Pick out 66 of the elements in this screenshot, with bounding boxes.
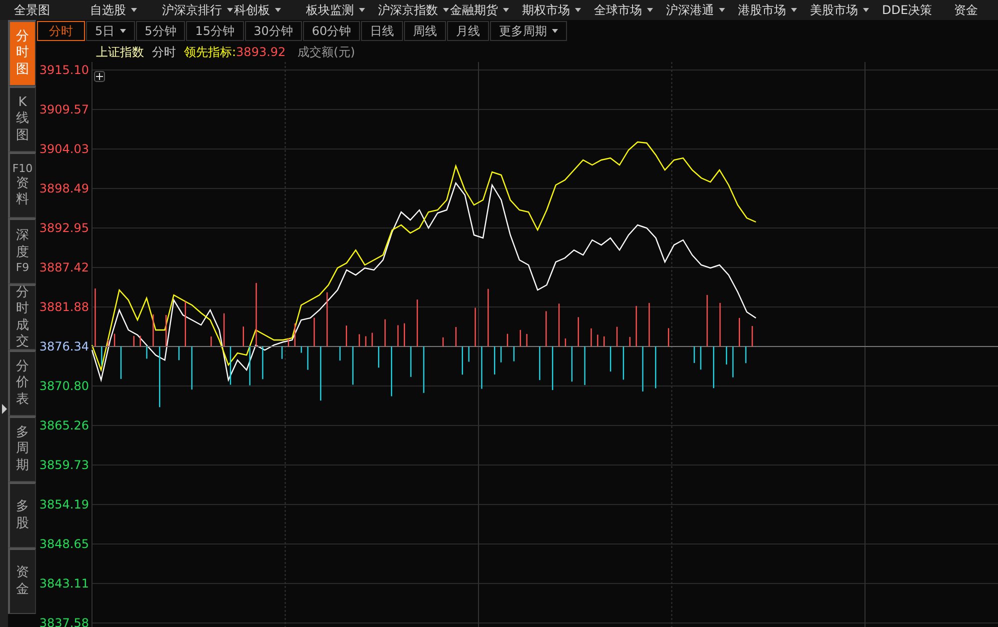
volume-label: 成交额(元) xyxy=(298,44,356,61)
axis-label: 3848.65 xyxy=(39,537,89,552)
menu-item[interactable]: 板块监测 xyxy=(306,0,378,20)
caret-icon xyxy=(227,8,233,12)
side-tab[interactable]: K 线 图 xyxy=(8,86,36,152)
period-tab[interactable]: 周线 xyxy=(404,21,446,41)
axis-label: 3898.49 xyxy=(39,182,89,196)
period-tab[interactable]: 15分钟 xyxy=(186,21,244,41)
menu-item[interactable]: 沪深港通 xyxy=(666,0,738,20)
axis-label: 3915.10 xyxy=(39,63,89,77)
period-tab[interactable]: 5分钟 xyxy=(136,21,186,41)
axis-label: 3854.19 xyxy=(39,498,89,512)
axis-label: 3870.80 xyxy=(39,379,89,394)
axis-label: 3892.95 xyxy=(39,221,89,235)
menu-item[interactable]: 全景图 xyxy=(14,0,90,20)
menu-item[interactable]: 资金 xyxy=(954,0,998,20)
caret-icon xyxy=(863,8,869,12)
period-tab[interactable]: 30分钟 xyxy=(244,21,302,41)
caret-icon xyxy=(359,8,365,12)
caret-icon xyxy=(647,8,653,12)
caret-icon xyxy=(131,8,137,12)
menu-item[interactable]: 金融期货 xyxy=(450,0,522,20)
menu-item[interactable]: 港股市场 xyxy=(738,0,810,20)
period-tab[interactable]: 5日 xyxy=(86,21,135,41)
caret-icon xyxy=(719,8,725,12)
caret-icon xyxy=(791,8,797,12)
caret-icon xyxy=(503,8,509,12)
menu-item[interactable]: 自选股 xyxy=(90,0,162,20)
menu-item[interactable]: 全球市场 xyxy=(594,0,666,20)
side-tab[interactable]: 多 股 xyxy=(8,482,36,548)
axis-label: 3909.57 xyxy=(39,102,89,116)
side-tab[interactable]: 深 度 F9 xyxy=(8,218,36,284)
period-tab[interactable]: 更多周期 xyxy=(490,21,568,41)
indicator-value: 3893.92 xyxy=(236,44,286,61)
caret-icon xyxy=(443,8,449,12)
menu-item[interactable]: 沪深京指数 xyxy=(378,0,450,20)
side-tab[interactable]: 分 价 表 xyxy=(8,350,36,416)
period-label: 分时 xyxy=(152,44,176,61)
menu-item[interactable]: DDE决策 xyxy=(882,0,954,20)
crosshair-icon[interactable] xyxy=(94,71,105,82)
menu-item[interactable]: 沪深京排行 xyxy=(162,0,234,20)
caret-icon xyxy=(275,8,281,12)
period-tab[interactable]: 月线 xyxy=(447,21,490,41)
index-name: 上证指数 xyxy=(96,44,144,61)
axis-label: 3865.26 xyxy=(39,418,89,433)
period-tab[interactable]: 60分钟 xyxy=(302,21,360,41)
axis-label: 3876.34 xyxy=(39,340,89,354)
axis-label: 3904.03 xyxy=(39,142,89,156)
side-tab[interactable]: 资 金 xyxy=(8,548,36,614)
indicator-label: 领先指标: xyxy=(184,44,236,61)
axis-label: 3837.58 xyxy=(39,616,89,627)
menu-item[interactable]: 美股市场 xyxy=(810,0,882,20)
caret-icon xyxy=(120,29,126,33)
axis-label: 3881.88 xyxy=(39,300,89,314)
axis-label: 3859.73 xyxy=(39,458,89,472)
side-tab[interactable]: 分 时 成 交 xyxy=(8,284,36,350)
axis-label: 3887.42 xyxy=(39,260,89,274)
side-tab[interactable]: F10 资 料 xyxy=(8,152,36,218)
caret-icon xyxy=(575,8,581,12)
caret-icon xyxy=(552,29,558,33)
period-tab[interactable]: 日线 xyxy=(361,21,404,41)
menu-item[interactable]: 期权市场 xyxy=(522,0,594,20)
side-tab[interactable]: 多 周 期 xyxy=(8,416,36,482)
period-tab[interactable]: 分时 xyxy=(37,21,85,41)
axis-label: 3843.11 xyxy=(39,576,89,591)
menu-item[interactable]: 科创板 xyxy=(234,0,306,20)
